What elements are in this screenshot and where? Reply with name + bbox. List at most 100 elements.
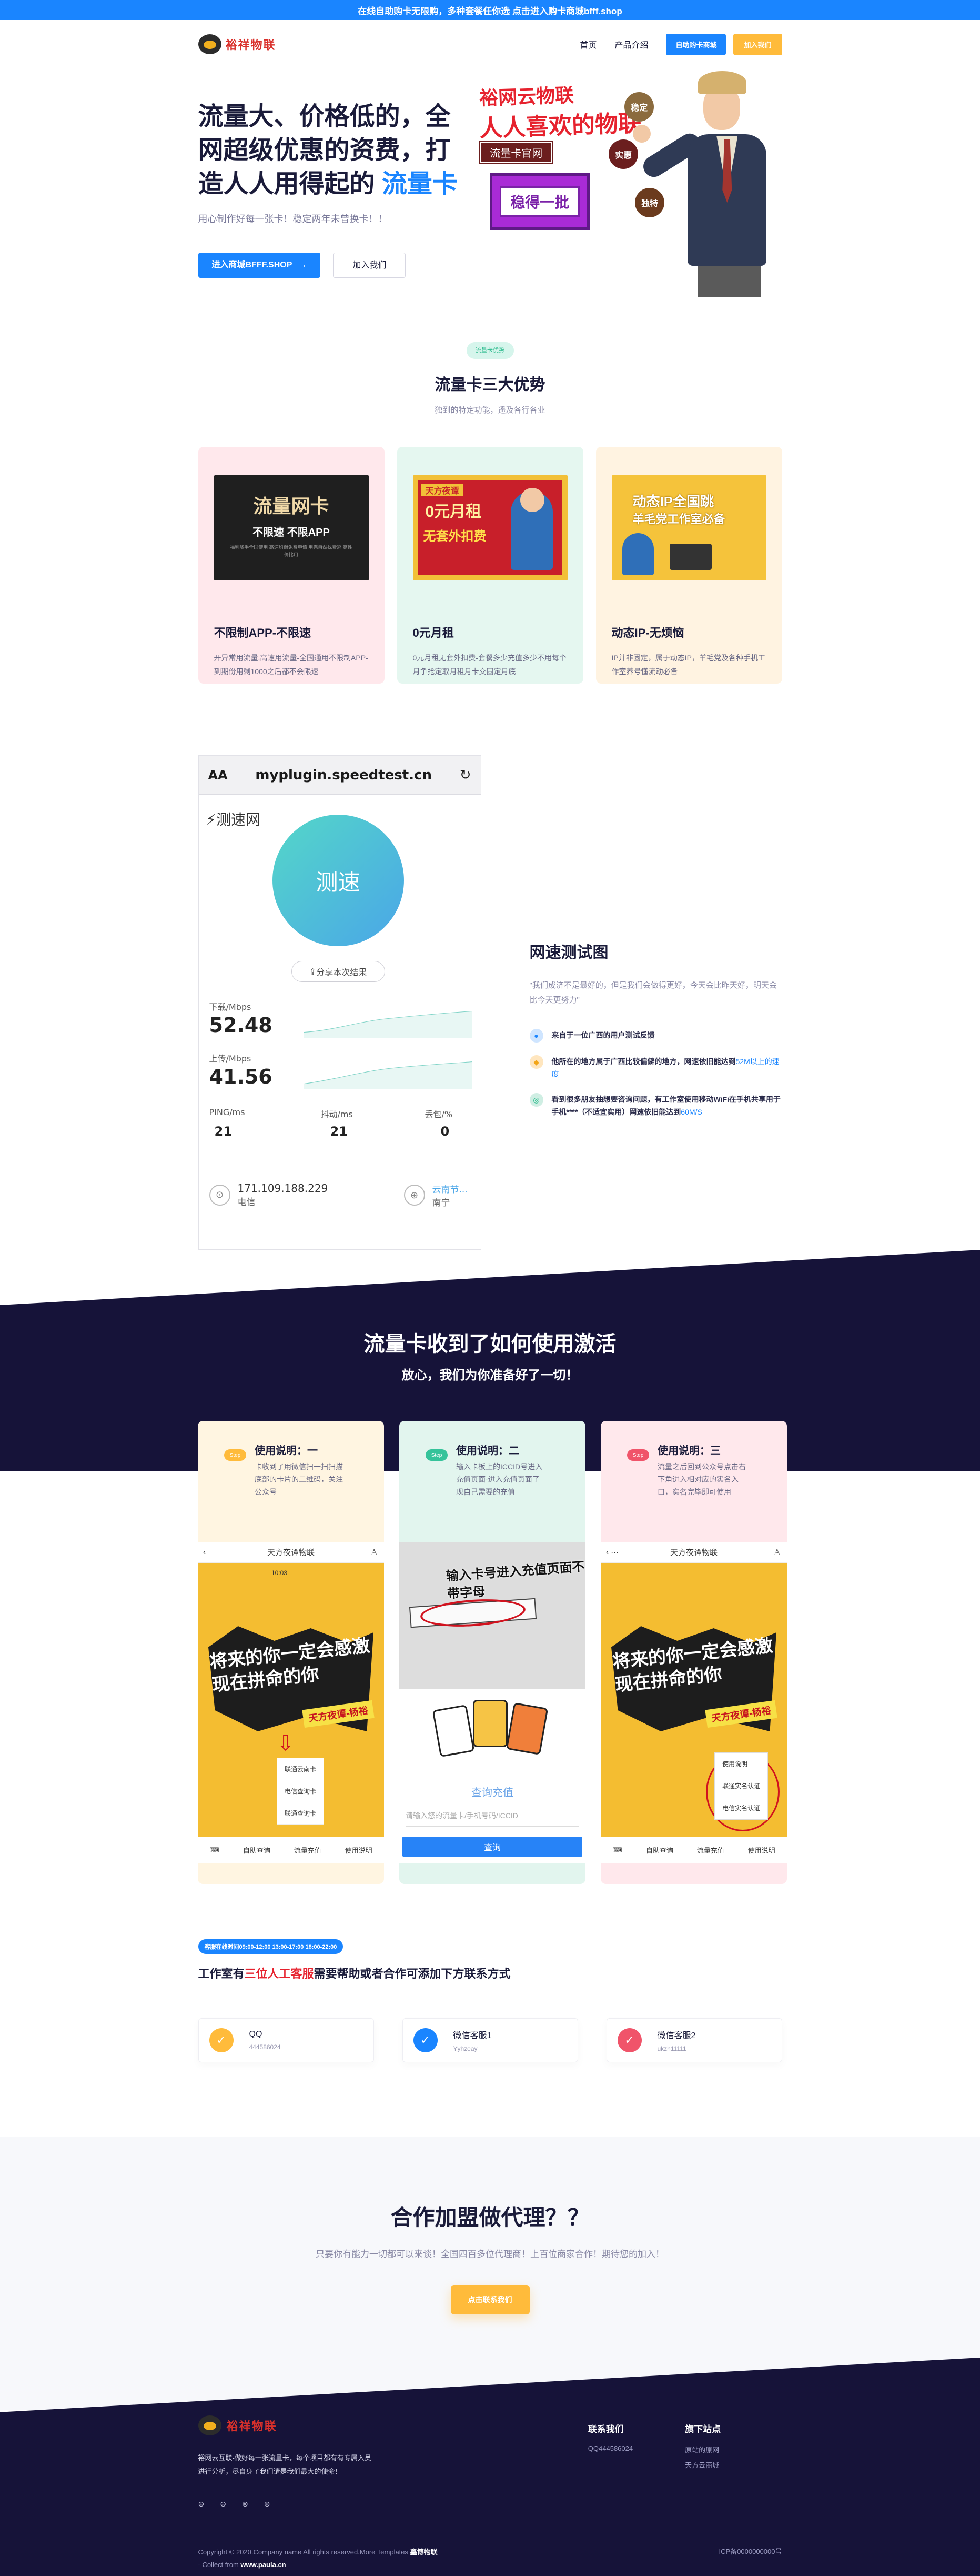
hero-illustration: 裕网云物联 人人喜欢的物联 流量卡官网 稳得一批 稳定 实惠 独特 <box>467 71 782 297</box>
speed-feature-1: ● 来自于一位广西的用户测试反馈 <box>529 1029 782 1043</box>
advantage-desc-3: IP并非固定，属于动态IP，羊毛党及各种手机工作室养号懂流动必备 <box>611 654 765 676</box>
step-desc: 流量之后回到公众号点击右下角进入相对应的实名入口，实名完毕即可使用 <box>658 1462 746 1496</box>
howto-step-2: Step 使用说明：二 输入卡板上的ICCID号进入充值页面-进入充值页面了现自… <box>399 1421 585 1884</box>
profile-icon: ♙ <box>370 1548 378 1557</box>
site-logo[interactable]: 裕祥物联 <box>198 34 276 54</box>
keyboard-icon: ⌨ <box>209 1846 220 1854</box>
advantage-image-2: 天方夜谭 0元月租 无套外扣费 <box>412 475 568 580</box>
enter-shop-button[interactable]: 进入商城BFFF.SHOP → <box>198 253 321 278</box>
advantage-image-3: 动态IP全国跳 羊毛党工作室必备 <box>611 475 766 580</box>
contact-us-button[interactable]: 点击联系我们 <box>450 2285 530 2314</box>
footer-contact-qq[interactable]: QQ444586024 <box>588 2444 685 2452</box>
nav-join-button[interactable]: 加入我们 <box>733 33 782 55</box>
globe-icon: ⊕ <box>403 1185 425 1206</box>
howto-step-3: Step 使用说明：三 流量之后回到公众号点击右下角进入相对应的实名入口，实名完… <box>601 1421 787 1884</box>
download-label: 下载/Mbps <box>209 1002 251 1012</box>
top-announcement-bar[interactable]: 在线自助购卡无限购，多种套餐任你选 点击进入购卡商城bfff.shop <box>0 0 980 20</box>
contact-qq[interactable]: ✓ QQ 444586024 <box>198 2018 374 2062</box>
logo-icon <box>198 34 221 54</box>
node-info: ⊕ 云南节... 南宁 <box>403 1182 468 1208</box>
social-icon-1[interactable]: ⊕ <box>198 2500 205 2509</box>
contact-wechat-2[interactable]: ✓ 微信客服2 ukzh11111 <box>606 2018 782 2062</box>
speed-feature-2: ◆ 他所在的地方属于广西比较偏僻的地方，网速依旧能达到52M以上的速度 <box>529 1055 782 1080</box>
speedtest-title: 网速测试图 <box>529 944 609 961</box>
ip-address: 171.109.188.229 <box>237 1182 328 1195</box>
nav-products-link[interactable]: 产品介绍 <box>614 38 648 51</box>
advantage-desc-2: 0元月租无套外扣费-套餐多少充值多少不用每个月争抢定取月租月卡交固定月底 <box>412 654 567 676</box>
speedtest-logo-icon: ⚡ <box>206 811 217 828</box>
contact-wechat-1[interactable]: ✓ 微信客服1 Yyhzeay <box>402 2018 578 2062</box>
howto-step-1: Step 使用说明：一 卡收到了用微信扫一扫扫描底部的卡片的二维码，关注公众号 … <box>198 1421 384 1884</box>
advantage-title-1: 不限制APP-不限速 <box>214 626 311 639</box>
hero-art-box: 稳得一批 <box>490 173 590 230</box>
step-tag: Step <box>224 1449 246 1461</box>
check-icon: ✓ <box>209 2028 234 2052</box>
logo-text: 裕祥物联 <box>225 38 276 52</box>
download-value: 52.48 <box>209 1014 272 1037</box>
query-button: 查询 <box>402 1837 582 1857</box>
bubble-stable: 稳定 <box>624 92 654 122</box>
sim-cards-illustration <box>432 1700 552 1763</box>
step-tag: Step <box>426 1449 448 1461</box>
footer-sites-title: 旗下站点 <box>685 2424 721 2434</box>
iccid-input: 请输入您的流量卡/手机号码/ICCID <box>406 1810 579 1827</box>
step-desc: 输入卡板上的ICCID号进入充值页面-进入充值页面了现自己需要的充值 <box>456 1462 543 1496</box>
site-footer: 裕祥物联 裕网云互联-做好每一张流量卡，每个项目都有有专属入员进行分析，尽自身了… <box>0 2410 980 2571</box>
share-icon: ⇪ <box>309 966 317 977</box>
step-screenshot: ‹ 天方夜谭物联 ♙ 10:03 将来的你一定会感激现在拼命的你 天方夜谭-杨裕 ⇩… <box>198 1542 384 1863</box>
share-result-button: ⇪ 分享本次结果 <box>291 961 385 982</box>
footer-site-link-2[interactable]: 天方云商城 <box>685 2460 782 2470</box>
site-header: 裕祥物联 首页 产品介绍 自助购卡商城 加入我们 <box>0 20 980 68</box>
footer-site-link-1[interactable]: 原站的原网 <box>685 2444 782 2454</box>
advantage-card-dynamic-ip: 动态IP全国跳 羊毛党工作室必备 动态IP-无烦恼 IP并非固定，属于动态IP，… <box>595 447 782 684</box>
howto-title: 流量卡收到了如何使用激活 <box>363 1332 617 1356</box>
node-name: 云南节... <box>432 1185 468 1195</box>
social-icon-3[interactable]: ⊗ <box>242 2500 248 2509</box>
join-title: 合作加盟做代理？？ <box>390 2205 590 2230</box>
check-icon: ✓ <box>617 2028 642 2052</box>
browser-url-bar: AA myplugin.speedtest.cn ↻ <box>198 756 481 795</box>
advantages-pill: 流量卡优势 <box>466 342 514 359</box>
location-icon: ⊙ <box>209 1184 230 1206</box>
loss-label: 丢包/% <box>425 1109 453 1119</box>
keyboard-icon: ⌨ <box>612 1846 623 1854</box>
hero-title-highlight: 流量卡 <box>381 170 458 198</box>
back-icon: ‹ <box>203 1548 206 1557</box>
social-icon-4[interactable]: ⊛ <box>264 2500 270 2509</box>
ping-label: PING/ms <box>209 1107 245 1117</box>
node-city: 南宁 <box>432 1198 450 1208</box>
upload-sparkline <box>304 1053 472 1089</box>
advantage-card-no-limit: 流量网卡 不限速 不限APP 福利随手全国使用 高速均衡免费申请 用完自然找费返… <box>198 447 385 684</box>
step-screenshot: 输入卡号进入充值页面不带字母 查询充值 请输入您的流量卡/手机号码/ICCID … <box>399 1542 585 1863</box>
logo-icon <box>198 2415 221 2435</box>
howto-subtitle: 放心，我们为你准备好了一切！ <box>401 1368 579 1382</box>
advantage-title-2: 0元月租 <box>412 626 454 639</box>
hero-title: 流量大、价格低的，全网超级优惠的资费，打造人人用得起的 流量卡 <box>198 103 458 198</box>
join-us-button[interactable]: 加入我们 <box>333 253 406 278</box>
nav-home-link[interactable]: 首页 <box>580 38 597 51</box>
target-icon: ◎ <box>529 1093 543 1107</box>
footer-logo[interactable]: 裕祥物联 <box>198 2415 588 2435</box>
hero-section: 流量大、价格低的，全网超级优惠的资费，打造人人用得起的 流量卡 用心制作好每一张… <box>0 68 980 316</box>
main-nav: 首页 产品介绍 自助购卡商城 加入我们 <box>580 33 782 55</box>
speed-feature-3: ◎ 看到很多朋友抽想要咨询问题，有工作室使用移动WiFi在手机共享用于手机***… <box>529 1093 782 1118</box>
announcement-text[interactable]: 在线自助购卡无限购，多种套餐任你选 点击进入购卡商城bfff.shop <box>358 4 622 17</box>
service-hours-pill: 客服在线时间09:00-12:00 13:00-17:00 18:00-22:0… <box>198 1939 343 1954</box>
advantage-title-3: 动态IP-无烦恼 <box>611 626 684 639</box>
hero-art-tag: 流量卡官网 <box>480 142 552 163</box>
icp-record[interactable]: ICP备0000000000号 <box>719 2546 782 2571</box>
social-icon-2[interactable]: ⊖ <box>220 2500 226 2509</box>
step-tag: Step <box>627 1449 649 1461</box>
ip-info: ⊙ 171.109.188.229 电信 <box>209 1182 328 1208</box>
upload-value: 41.56 <box>209 1065 272 1088</box>
nav-shop-button[interactable]: 自助购卡商城 <box>666 33 726 55</box>
upload-label: 上传/Mbps <box>209 1054 251 1064</box>
footer-about: 裕网云互联-做好每一张流量卡，每个项目都有有专属入员进行分析，尽自身了我们请是我… <box>198 2454 371 2475</box>
advantages-section: 流量卡优势 流量卡三大优势 独到的特定功能，遥及各行各业 流量网卡 不限速 不限… <box>0 316 980 755</box>
step-screenshot: ‹ ··· 天方夜谭物联 ♙ 将来的你一定会感激现在拼命的你 天方夜谭-杨裕 使用说… <box>601 1542 787 1863</box>
popup-menu: 使用说明 联通实名认证 电信实名认证 <box>714 1752 769 1820</box>
old-man-illustration <box>633 71 777 297</box>
advantage-image-1: 流量网卡 不限速 不限APP 福利随手全国使用 高速均衡免费申请 用完自然找费返… <box>214 475 369 580</box>
step-title: 使用说明：三 <box>658 1445 721 1457</box>
hero-art-line2: 人人喜欢的物联 <box>479 110 642 142</box>
